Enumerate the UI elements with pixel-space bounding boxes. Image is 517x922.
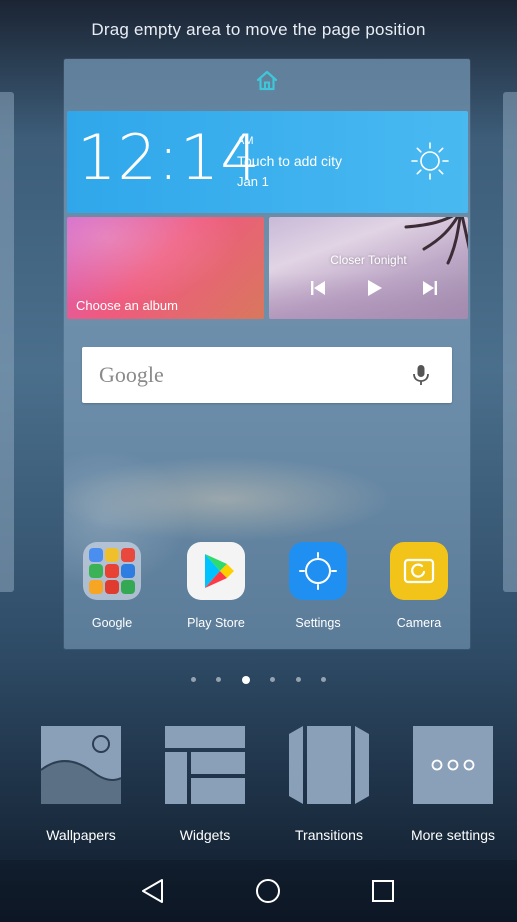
app-google-folder[interactable]: Google: [82, 542, 142, 630]
page-dot[interactable]: [321, 677, 327, 683]
previous-page-preview[interactable]: [0, 92, 14, 592]
wallpapers-button[interactable]: Wallpapers: [26, 726, 136, 843]
page-dot-active[interactable]: [241, 675, 250, 684]
play-store-icon: [187, 542, 245, 600]
more-dots-icon: [413, 726, 493, 804]
wallpapers-label: Wallpapers: [46, 827, 116, 843]
settings-gear-icon: [289, 542, 347, 600]
page-dot[interactable]: [216, 677, 222, 683]
music-controls: [309, 279, 439, 299]
more-settings-label: More settings: [410, 827, 496, 843]
play-icon[interactable]: [365, 279, 383, 297]
widgets-label: Widgets: [179, 827, 231, 843]
app-play-store[interactable]: Play Store: [186, 542, 246, 630]
page-dot[interactable]: [190, 677, 196, 683]
app-label-google: Google: [91, 616, 133, 630]
previous-track-icon[interactable]: [309, 279, 327, 297]
clock-ampm: AM: [237, 135, 254, 147]
app-label-settings: Settings: [295, 616, 341, 630]
home-icon[interactable]: [255, 69, 279, 93]
home-nav-icon[interactable]: [253, 876, 283, 906]
transitions-icon: [289, 726, 369, 804]
album-label: Choose an album: [76, 298, 178, 313]
transitions-button[interactable]: Transitions: [274, 726, 384, 843]
add-city-prompt[interactable]: Touch to add city: [237, 153, 342, 169]
page-indicator[interactable]: [0, 671, 517, 684]
page-dot[interactable]: [270, 677, 276, 683]
sun-icon: [411, 142, 449, 180]
widgets-button[interactable]: Widgets: [150, 726, 260, 843]
widgets-icon: [165, 726, 245, 804]
app-camera[interactable]: Camera: [389, 542, 449, 630]
more-settings-button[interactable]: More settings: [398, 726, 508, 843]
app-settings[interactable]: Settings: [288, 542, 348, 630]
transitions-label: Transitions: [295, 827, 363, 843]
photo-album-widget[interactable]: Choose an album: [67, 217, 264, 319]
back-icon[interactable]: [138, 876, 168, 906]
home-page-preview[interactable]: 12:14 AM Touch to add city Jan 1 Choose …: [64, 59, 470, 649]
next-track-icon[interactable]: [421, 279, 439, 297]
mic-icon[interactable]: [410, 363, 432, 387]
clock-time: 12:14: [77, 121, 261, 194]
recents-icon[interactable]: [368, 876, 398, 906]
clock-date: Jan 1: [237, 174, 269, 189]
app-label-camera: Camera: [396, 616, 442, 630]
music-player-widget[interactable]: Closer Tonight: [269, 217, 468, 319]
app-label-play-store: Play Store: [187, 616, 245, 630]
camera-icon: [390, 542, 448, 600]
google-search-brand: Google: [99, 362, 164, 387]
google-search-bar[interactable]: Google: [82, 347, 452, 403]
song-title: Closer Tonight: [330, 253, 407, 267]
clock-weather-widget[interactable]: 12:14 AM Touch to add city Jan 1: [67, 111, 468, 213]
next-page-preview[interactable]: [503, 92, 517, 592]
wallpaper-icon: [40, 726, 122, 804]
page-dot[interactable]: [295, 677, 301, 683]
edit-mode-hint: Drag empty area to move the page positio…: [91, 20, 426, 39]
navigation-bar: [0, 860, 517, 922]
google-folder-icon: [83, 542, 141, 600]
